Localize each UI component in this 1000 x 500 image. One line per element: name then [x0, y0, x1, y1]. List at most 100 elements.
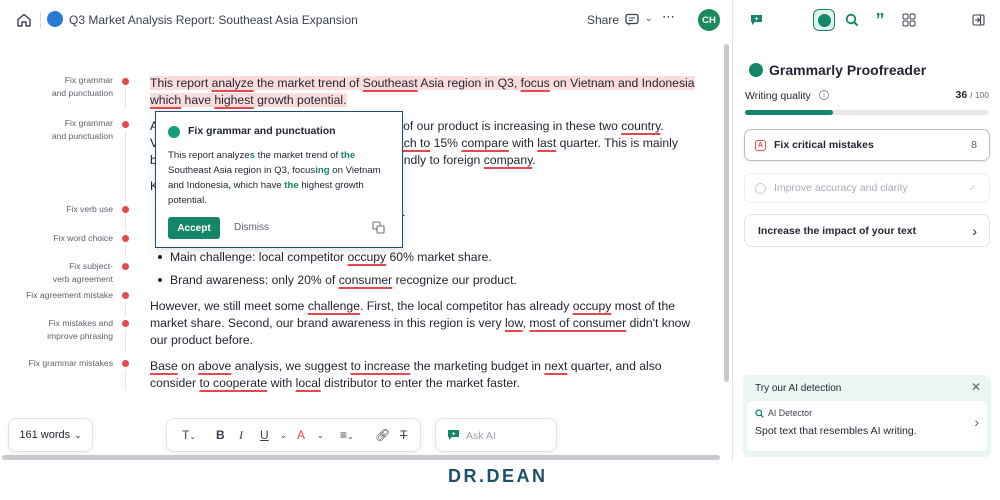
- text-run: distributor to enter the market faster.: [320, 376, 520, 390]
- chevron-right-icon: ›: [974, 414, 979, 430]
- flagged-word[interactable]: consumer: [339, 273, 393, 287]
- text-color-icon[interactable]: A: [297, 428, 305, 442]
- flagged-word[interactable]: to increase: [351, 359, 411, 373]
- card-fix-critical-mistakes[interactable]: A Fix critical mistakes 8: [744, 129, 990, 161]
- text-run: Main challenge: local competitor: [170, 250, 348, 264]
- suggested-change: the: [340, 150, 356, 161]
- app-window: Q3 Market Analysis Report: Southeast Asi…: [0, 0, 1000, 500]
- horizontal-scrollbar[interactable]: [2, 455, 720, 460]
- word-count-dropdown[interactable]: 161 words ⌄: [8, 418, 93, 452]
- flagged-word[interactable]: analyze: [212, 76, 254, 90]
- link-icon[interactable]: 🔗︎: [375, 428, 390, 442]
- error-marker[interactable]: [122, 320, 129, 327]
- underline-icon[interactable]: U: [260, 428, 269, 442]
- feedback-icon[interactable]: [745, 9, 767, 31]
- text-style-icon[interactable]: T⌄: [182, 428, 196, 442]
- flagged-word[interactable]: company: [484, 153, 533, 167]
- flagged-word[interactable]: most of consumer: [529, 316, 626, 330]
- flagged-word[interactable]: which: [150, 93, 181, 107]
- card-improve-accuracy[interactable]: Improve accuracy and clarity ✓: [744, 173, 990, 203]
- more-options-icon[interactable]: ⋯: [662, 9, 676, 25]
- globe-icon: [47, 11, 63, 27]
- tab-proofreader[interactable]: [813, 9, 835, 31]
- flagged-word[interactable]: Base: [150, 359, 178, 373]
- text-run: on Vietnam and Indonesia: [549, 76, 695, 90]
- vertical-scrollbar[interactable]: [724, 44, 729, 382]
- avatar[interactable]: CH: [698, 9, 720, 31]
- ask-ai-input[interactable]: Ask AI: [435, 418, 557, 452]
- flagged-word[interactable]: country: [621, 119, 660, 133]
- quality-score: 36 / 100: [955, 89, 989, 101]
- flagged-word[interactable]: occupy: [573, 299, 612, 313]
- paragraph-line: Base on above analysis, we suggest to in…: [150, 358, 662, 375]
- flagged-word[interactable]: last: [537, 136, 556, 150]
- tab-apps[interactable]: [898, 9, 920, 31]
- flagged-word[interactable]: above: [198, 359, 231, 373]
- text-run: with: [267, 376, 296, 390]
- divider: [125, 88, 126, 108]
- chevron-down-icon[interactable]: ⌄: [317, 431, 324, 440]
- grid-icon: [902, 13, 916, 27]
- align-icon[interactable]: ≡⌄: [340, 428, 354, 442]
- error-marker[interactable]: [122, 292, 129, 299]
- share-button[interactable]: Share: [587, 13, 619, 27]
- info-icon[interactable]: i: [819, 90, 829, 100]
- tab-citations[interactable]: ”: [869, 9, 891, 31]
- flagged-word[interactable]: local: [296, 376, 321, 390]
- paragraph-line: our product before.: [150, 332, 253, 349]
- paragraph-line: market share. Second, our brand awarenes…: [150, 315, 690, 332]
- paragraph-line: which have highest growth potential.: [150, 92, 347, 109]
- home-icon[interactable]: [15, 11, 33, 29]
- error-marker[interactable]: [122, 263, 129, 270]
- flagged-word[interactable]: occupy: [348, 250, 387, 264]
- dismiss-button[interactable]: Dismiss: [234, 222, 269, 233]
- flagged-word[interactable]: compare: [461, 136, 508, 150]
- flagged-word[interactable]: highest: [214, 93, 253, 107]
- bold-icon[interactable]: B: [216, 428, 225, 442]
- card-label: Fix critical mistakes: [774, 139, 874, 151]
- accept-button[interactable]: Accept: [168, 217, 220, 239]
- text-run: .: [660, 119, 664, 133]
- ai-chat-icon: [447, 429, 460, 441]
- paragraph-line: consider to cooperate with local distrib…: [150, 375, 520, 392]
- flagged-word[interactable]: focus: [521, 76, 550, 90]
- text-run: most of the: [611, 299, 676, 313]
- text-run: However, we still meet some: [150, 299, 308, 313]
- flagged-word[interactable]: next: [544, 359, 567, 373]
- text-run: market share. Second, our brand awarenes…: [150, 316, 505, 330]
- annotation-label: Fix mistakes and improve phrasing: [47, 318, 113, 341]
- text-run: have: [181, 93, 215, 107]
- error-marker[interactable]: [122, 121, 129, 128]
- paragraph-line: However, we still meet some challenge. F…: [150, 298, 675, 315]
- error-marker[interactable]: [122, 78, 129, 85]
- chevron-down-icon[interactable]: ⌄: [280, 431, 287, 440]
- flagged-word[interactable]: challenge: [308, 299, 360, 313]
- annotation-label: Fix subject-verb agreement: [52, 261, 113, 284]
- italic-icon[interactable]: I: [239, 428, 243, 443]
- annotation-label: Fix word choice: [53, 233, 113, 243]
- comment-icon[interactable]: [624, 12, 640, 28]
- ai-detector-item[interactable]: AI Detector Spot text that resembles AI …: [747, 401, 987, 451]
- flagged-word[interactable]: Southeast: [363, 76, 418, 90]
- error-marker[interactable]: [122, 206, 129, 213]
- tab-search[interactable]: [841, 9, 863, 31]
- close-icon[interactable]: ✕: [971, 380, 981, 394]
- card-increase-impact[interactable]: Increase the impact of your text ›: [744, 214, 990, 247]
- annotation-label: Fix verb use: [66, 204, 113, 214]
- flagged-word[interactable]: low: [505, 316, 523, 330]
- flagged-word[interactable]: to cooperate: [199, 376, 267, 390]
- popup-title: Fix grammar and punctuation: [188, 125, 336, 137]
- list-item: Brand awareness: only 20% of consumer re…: [170, 272, 517, 289]
- score-value: 36: [955, 89, 968, 101]
- copy-icon[interactable]: [372, 221, 385, 234]
- clear-format-icon[interactable]: T: [400, 428, 407, 442]
- chevron-down-icon[interactable]: ⌄: [645, 13, 653, 24]
- document-title[interactable]: Q3 Market Analysis Report: Southeast Asi…: [69, 13, 358, 27]
- text-run: with: [508, 136, 538, 150]
- error-marker[interactable]: [122, 235, 129, 242]
- promo-title: Try our AI detection: [755, 383, 842, 394]
- suggestion-text: This report analyzes the market trend of…: [168, 148, 396, 208]
- error-marker[interactable]: [122, 360, 129, 367]
- collapse-panel-icon[interactable]: [967, 9, 989, 31]
- alert-icon: A: [755, 139, 766, 151]
